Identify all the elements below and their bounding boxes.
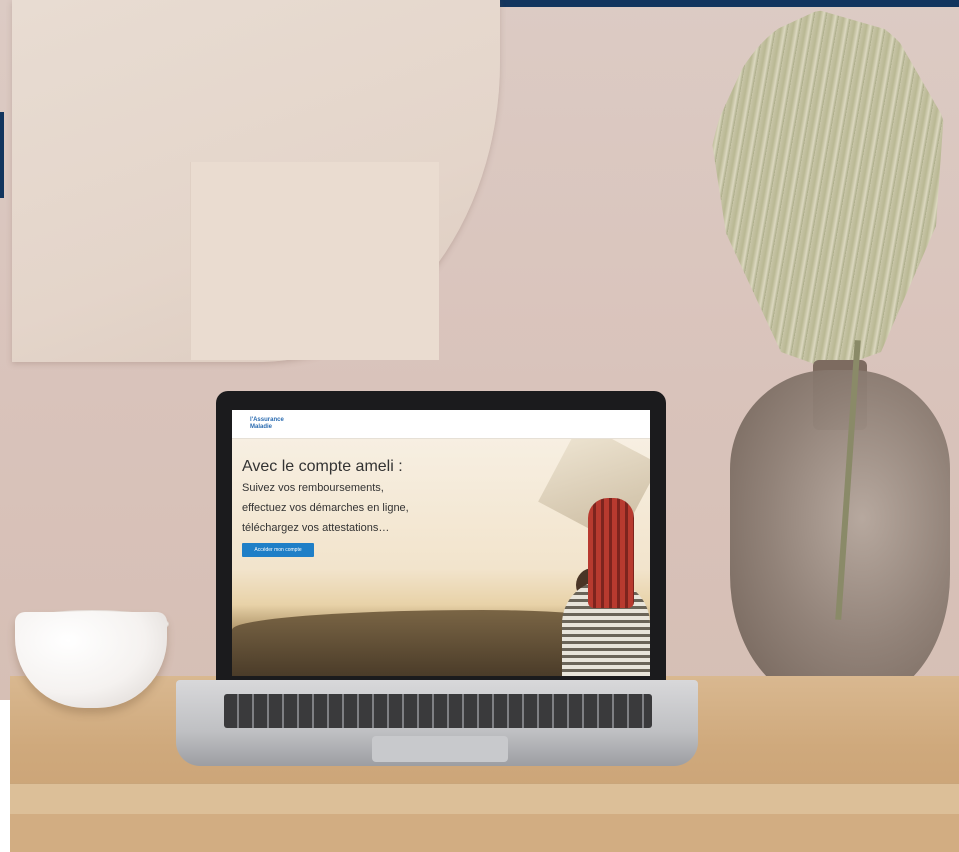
- laptop-screen: l'Assurance Maladie Avec le compte ameli…: [232, 410, 650, 676]
- photo-scene: l'Assurance Maladie Avec le compte ameli…: [0, 0, 959, 852]
- child-figure: [588, 498, 634, 608]
- hero-line-2: effectuez vos démarches en ligne,: [242, 502, 409, 514]
- hero-line-3: téléchargez vos attestations…: [242, 522, 390, 534]
- table-edge: [10, 783, 959, 815]
- glass-vase: [730, 370, 950, 700]
- access-account-button[interactable]: Accéder mon compte: [242, 543, 314, 557]
- blue-left-bar: [0, 112, 4, 198]
- hero-line-1: Suivez vos remboursements,: [242, 482, 384, 494]
- table-front: [10, 814, 959, 852]
- ameli-logo: l'Assurance Maladie: [250, 417, 284, 430]
- laptop-trackpad: [372, 736, 508, 762]
- mirror-reflection-frame: [190, 162, 439, 360]
- hero-title: Avec le compte ameli :: [242, 458, 403, 475]
- site-header: l'Assurance Maladie: [232, 410, 650, 439]
- laptop-keyboard: [224, 694, 652, 728]
